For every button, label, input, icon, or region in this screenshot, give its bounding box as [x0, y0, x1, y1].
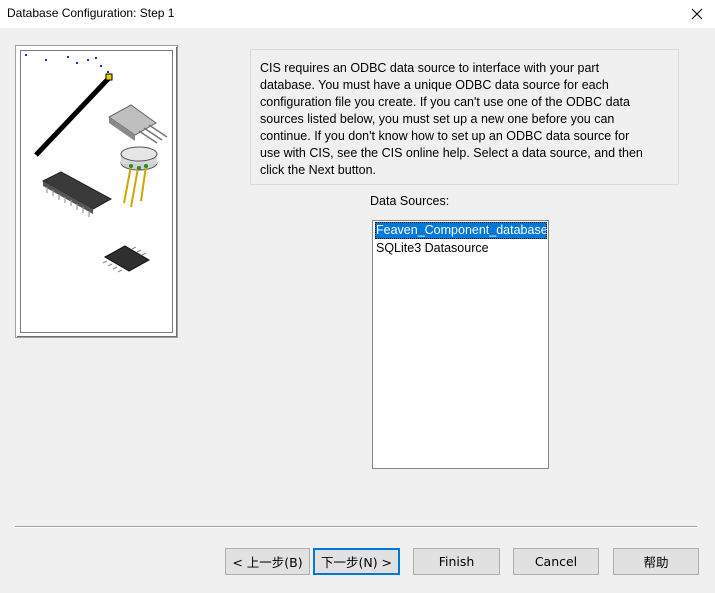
data-sources-label: Data Sources:	[370, 194, 450, 208]
help-button[interactable]: 帮助	[613, 548, 699, 575]
window-title: Database Configuration: Step 1	[7, 6, 175, 20]
instructions-box: CIS requires an ODBC data source to inte…	[250, 49, 679, 185]
finish-button[interactable]: Finish	[413, 548, 500, 575]
illustration-panel	[15, 45, 178, 338]
divider	[15, 526, 697, 528]
next-button[interactable]: 下一步(N) >	[313, 548, 400, 575]
data-sources-list[interactable]: Feaven_Component_database SQLite3 Dataso…	[372, 220, 549, 469]
list-item[interactable]: Feaven_Component_database	[375, 222, 548, 239]
back-button[interactable]: < 上一步(B)	[225, 548, 310, 575]
close-button[interactable]	[679, 0, 715, 28]
instructions-text: CIS requires an ODBC data source to inte…	[260, 61, 643, 177]
electronic-components-icon	[25, 54, 168, 273]
list-item[interactable]: SQLite3 Datasource	[373, 240, 548, 257]
title-bar: Database Configuration: Step 1	[0, 0, 715, 28]
close-icon	[691, 8, 703, 20]
illustration-frame	[20, 50, 173, 333]
cancel-button[interactable]: Cancel	[513, 548, 599, 575]
